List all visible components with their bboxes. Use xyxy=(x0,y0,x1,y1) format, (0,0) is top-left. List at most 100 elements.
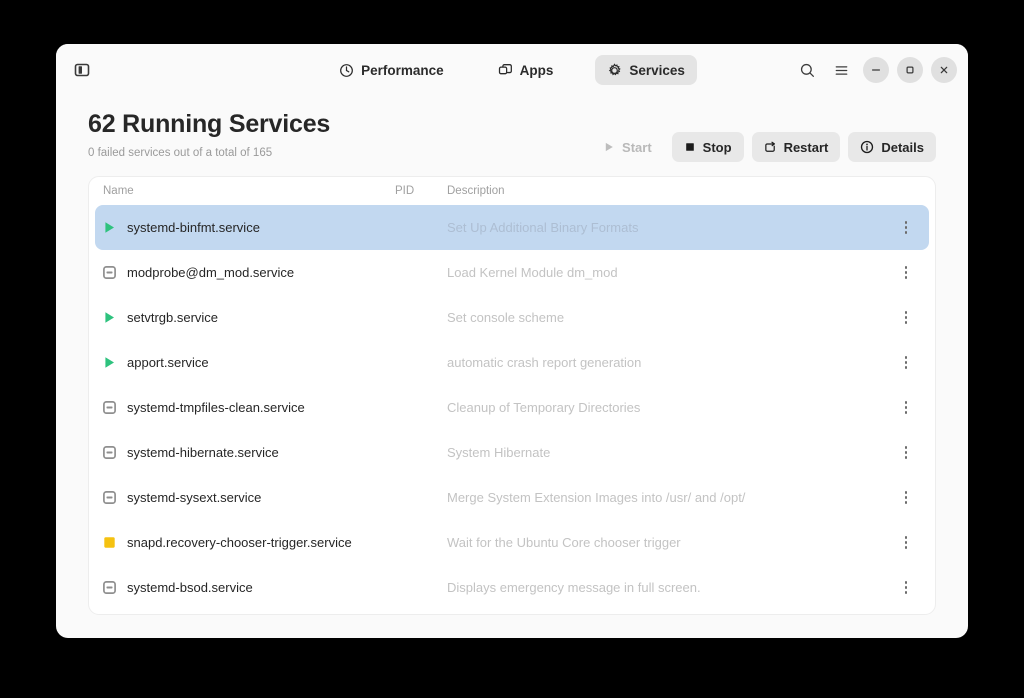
status-running-icon xyxy=(103,221,116,234)
row-overflow-menu-icon[interactable] xyxy=(899,217,914,238)
speedometer-icon xyxy=(339,63,354,78)
service-name: systemd-bsod.service xyxy=(127,580,253,595)
maximize-button[interactable] xyxy=(897,57,923,83)
start-button[interactable]: Start xyxy=(591,132,664,162)
details-button[interactable]: Details xyxy=(848,132,936,162)
status-waiting-icon xyxy=(103,536,116,549)
tab-services[interactable]: Services xyxy=(595,55,697,85)
row-overflow-menu-icon[interactable] xyxy=(899,487,914,508)
hamburger-menu-icon xyxy=(833,62,850,79)
status-stopped-icon xyxy=(103,266,116,279)
tab-apps[interactable]: Apps xyxy=(486,55,566,85)
service-name: modprobe@dm_mod.service xyxy=(127,265,294,280)
row-name-cell: setvtrgb.service xyxy=(103,310,395,325)
service-name: setvtrgb.service xyxy=(127,310,218,325)
maximize-icon xyxy=(904,64,916,76)
search-button[interactable] xyxy=(793,56,821,84)
row-menu-cell xyxy=(891,352,921,373)
title-row: 62 Running Services 0 failed services ou… xyxy=(88,96,936,162)
row-name-cell: systemd-bsod.service xyxy=(103,580,395,595)
row-name-cell: modprobe@dm_mod.service xyxy=(103,265,395,280)
column-header-name[interactable]: Name xyxy=(103,185,395,197)
services-table: Name PID Description systemd-binfmt.serv… xyxy=(88,176,936,615)
tab-performance[interactable]: Performance xyxy=(327,55,456,85)
service-description: System Hibernate xyxy=(447,445,891,460)
title-block: 62 Running Services 0 failed services ou… xyxy=(88,108,591,160)
service-description: Load Kernel Module dm_mod xyxy=(447,265,891,280)
row-name-cell: systemd-binfmt.service xyxy=(103,220,395,235)
status-running-icon xyxy=(103,311,116,324)
status-stopped-icon xyxy=(103,401,116,414)
service-description: automatic crash report generation xyxy=(447,355,891,370)
apps-icon xyxy=(498,63,513,78)
row-menu-cell xyxy=(891,262,921,283)
row-menu-cell xyxy=(891,442,921,463)
main-content: 62 Running Services 0 failed services ou… xyxy=(56,96,968,638)
info-icon xyxy=(860,140,874,154)
stop-button-label: Stop xyxy=(703,140,732,155)
table-row[interactable]: systemd-hibernate.serviceSystem Hibernat… xyxy=(95,430,929,475)
tab-services-label: Services xyxy=(629,63,685,78)
tab-apps-label: Apps xyxy=(520,63,554,78)
header-bar: Performance Apps Services xyxy=(56,44,968,96)
status-stopped-icon xyxy=(103,491,116,504)
main-menu-button[interactable] xyxy=(827,56,855,84)
close-button[interactable] xyxy=(931,57,957,83)
table-row[interactable]: systemd-tmpfiles-clean.service Cleanup of… xyxy=(95,385,929,430)
minimize-button[interactable] xyxy=(863,57,889,83)
row-overflow-menu-icon[interactable] xyxy=(899,262,914,283)
service-name: systemd-tmpfiles-clean.service xyxy=(127,400,305,415)
row-menu-cell xyxy=(891,397,921,418)
action-button-group: Start Stop Restart xyxy=(591,132,936,162)
details-button-label: Details xyxy=(881,140,924,155)
restart-icon xyxy=(764,141,777,154)
table-body: systemd-binfmt.service Set Up Additional … xyxy=(89,205,935,614)
page-subtitle: 0 failed services out of a total of 165 xyxy=(88,146,591,160)
service-description: Displays emergency message in full scree… xyxy=(447,580,891,595)
column-header-description[interactable]: Description xyxy=(447,185,891,197)
sidebar-toggle-icon xyxy=(74,62,90,78)
play-icon xyxy=(603,141,615,153)
status-stopped-icon xyxy=(103,446,116,459)
row-overflow-menu-icon[interactable] xyxy=(899,442,914,463)
table-row[interactable]: apport.service automatic crash report gen… xyxy=(95,340,929,385)
status-running-icon xyxy=(103,356,116,369)
service-description: Set Up Additional Binary Formats xyxy=(447,220,891,235)
search-icon xyxy=(799,62,816,79)
page-title: 62 Running Services xyxy=(88,108,591,140)
minimize-icon xyxy=(870,64,882,76)
header-left-group xyxy=(68,56,96,84)
row-overflow-menu-icon[interactable] xyxy=(899,307,914,328)
header-right-group xyxy=(793,56,957,84)
column-header-pid[interactable]: PID xyxy=(395,185,447,197)
row-overflow-menu-icon[interactable] xyxy=(899,397,914,418)
tab-performance-label: Performance xyxy=(361,63,444,78)
service-description: Merge System Extension Images into /usr/… xyxy=(447,490,891,505)
row-menu-cell xyxy=(891,217,921,238)
table-row[interactable]: systemd-binfmt.service Set Up Additional … xyxy=(95,205,929,250)
status-stopped-icon xyxy=(103,581,116,594)
table-row[interactable]: systemd-bsod.service Displays emergency m… xyxy=(95,565,929,610)
service-description: Wait for the Ubuntu Core chooser trigger xyxy=(447,535,891,550)
service-description: Set console scheme xyxy=(447,310,891,325)
table-header-row: Name PID Description xyxy=(89,177,935,205)
row-overflow-menu-icon[interactable] xyxy=(899,352,914,373)
row-overflow-menu-icon[interactable] xyxy=(899,532,914,553)
service-name: systemd-binfmt.service xyxy=(127,220,260,235)
service-name: snapd.recovery-chooser-trigger.service xyxy=(127,535,352,550)
restart-button[interactable]: Restart xyxy=(752,132,841,162)
row-name-cell: snapd.recovery-chooser-trigger.service xyxy=(103,535,395,550)
row-overflow-menu-icon[interactable] xyxy=(899,577,914,598)
service-name: apport.service xyxy=(127,355,209,370)
stop-button[interactable]: Stop xyxy=(672,132,744,162)
table-row[interactable]: setvtrgb.service Set console scheme xyxy=(95,295,929,340)
sidebar-toggle-button[interactable] xyxy=(68,56,96,84)
start-button-label: Start xyxy=(622,140,652,155)
close-icon xyxy=(938,64,950,76)
restart-button-label: Restart xyxy=(784,140,829,155)
service-description: Cleanup of Temporary Directories xyxy=(447,400,891,415)
table-row[interactable]: modprobe@dm_mod.service Load Kernel Modul… xyxy=(95,250,929,295)
table-row[interactable]: snapd.recovery-chooser-trigger.service Wa… xyxy=(95,520,929,565)
table-row[interactable]: systemd-sysext.serviceMerge System Exten… xyxy=(95,475,929,520)
row-name-cell: apport.service xyxy=(103,355,395,370)
